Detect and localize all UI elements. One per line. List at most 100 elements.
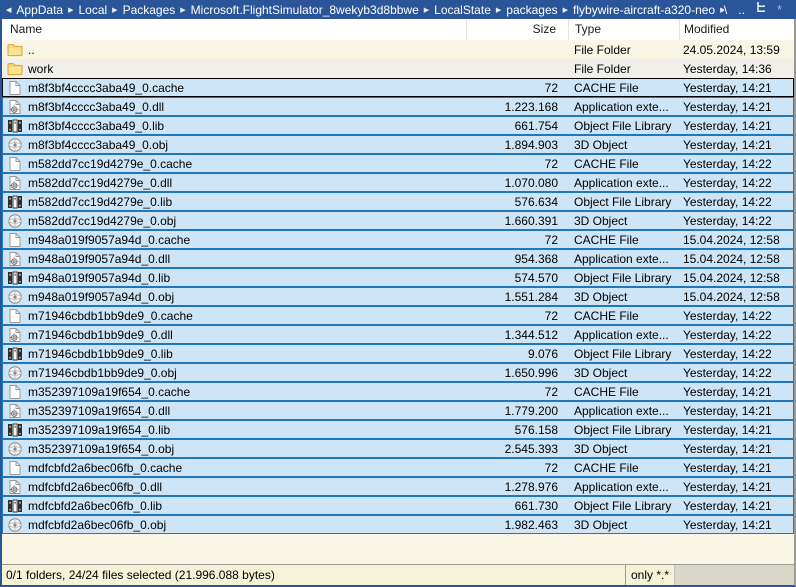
file-size: 1.650.996: [466, 366, 568, 380]
file-name: m352397109a19f654_0.cache: [28, 385, 190, 399]
file-size: 1.278.976: [466, 480, 568, 494]
file-name: m71946cbdb1bb9de9_0.obj: [28, 366, 177, 380]
file-name: m71946cbdb1bb9de9_0.lib: [28, 347, 173, 361]
file-modified: Yesterday, 14:21: [679, 138, 793, 152]
file-type: 3D Object: [568, 366, 679, 380]
file-row[interactable]: m948a019f9057a94d_0.dll 954.368 Applicat…: [2, 249, 794, 268]
file-row[interactable]: m582dd7cc19d4279e_0.lib 576.634 Object F…: [2, 192, 794, 211]
lib-file-icon: [7, 118, 23, 134]
file-type: Object File Library: [568, 119, 679, 133]
file-row[interactable]: m71946cbdb1bb9de9_0.obj 1.650.996 3D Obj…: [2, 363, 794, 382]
file-name: m948a019f9057a94d_0.dll: [28, 252, 170, 266]
folder-icon: [7, 42, 23, 58]
obj-file-icon: [7, 365, 23, 381]
file-row[interactable]: m582dd7cc19d4279e_0.cache 72 CACHE File …: [2, 154, 794, 173]
file-type: CACHE File: [568, 385, 679, 399]
file-modified: Yesterday, 14:22: [679, 176, 793, 190]
favorites-star-button[interactable]: *: [777, 2, 782, 17]
obj-file-icon: [7, 213, 23, 229]
name-cell: m71946cbdb1bb9de9_0.cache: [3, 308, 466, 324]
file-row[interactable]: m71946cbdb1bb9de9_0.cache 72 CACHE File …: [2, 306, 794, 325]
column-header-size[interactable]: Size: [466, 19, 568, 40]
file-name: m948a019f9057a94d_0.lib: [28, 271, 170, 285]
file-row[interactable]: mdfcbfd2a6bec06fb_0.obj 1.982.463 3D Obj…: [2, 515, 794, 534]
file-row[interactable]: m8f3bf4cccc3aba49_0.dll 1.223.168 Applic…: [2, 97, 794, 116]
file-size: 1.223.168: [466, 100, 568, 114]
cache-file-icon: [7, 308, 23, 324]
file-row[interactable]: m352397109a19f654_0.cache 72 CACHE File …: [2, 382, 794, 401]
name-cell: m352397109a19f654_0.lib: [3, 422, 466, 438]
name-cell: m71946cbdb1bb9de9_0.dll: [3, 327, 466, 343]
file-row[interactable]: work File Folder Yesterday, 14:36: [2, 59, 794, 78]
column-header-type[interactable]: Type: [568, 19, 679, 40]
breadcrumb-item[interactable]: flybywire-aircraft-a320-neo: [571, 3, 717, 17]
file-name: m352397109a19f654_0.obj: [28, 442, 174, 456]
file-row[interactable]: m71946cbdb1bb9de9_0.lib 9.076 Object Fil…: [2, 344, 794, 363]
file-row[interactable]: m8f3bf4cccc3aba49_0.obj 1.894.903 3D Obj…: [2, 135, 794, 154]
file-row[interactable]: m948a019f9057a94d_0.cache 72 CACHE File …: [2, 230, 794, 249]
file-row[interactable]: mdfcbfd2a6bec06fb_0.cache 72 CACHE File …: [2, 458, 794, 477]
file-type: 3D Object: [568, 138, 679, 152]
dll-file-icon: [7, 251, 23, 267]
file-name: m948a019f9057a94d_0.cache: [28, 233, 190, 247]
file-type: File Folder: [568, 43, 679, 57]
folder-tree-button[interactable]: [756, 2, 766, 17]
file-name: work: [28, 62, 53, 76]
dll-file-icon: [7, 99, 23, 115]
breadcrumb-item[interactable]: AppData: [14, 3, 65, 17]
breadcrumb-separator-icon: ▶: [493, 6, 504, 14]
file-modified: 15.04.2024, 12:58: [679, 290, 793, 304]
column-header-modified[interactable]: Modified: [679, 19, 794, 40]
file-row[interactable]: m8f3bf4cccc3aba49_0.cache 72 CACHE File …: [2, 78, 794, 97]
cache-file-icon: [7, 156, 23, 172]
breadcrumb-separator-icon: ▶: [560, 6, 571, 14]
breadcrumb-item[interactable]: Local: [76, 3, 109, 17]
file-manager-panel: ◀ AppData▶Local▶Packages▶Microsoft.Fligh…: [0, 0, 796, 587]
file-row[interactable]: m71946cbdb1bb9de9_0.dll 1.344.512 Applic…: [2, 325, 794, 344]
breadcrumb: ◀ AppData▶Local▶Packages▶Microsoft.Fligh…: [0, 0, 796, 19]
name-cell: m582dd7cc19d4279e_0.lib: [3, 194, 466, 210]
root-dir-button[interactable]: \: [724, 3, 727, 17]
selection-summary: 0/1 folders, 24/24 files selected (21.99…: [2, 568, 625, 582]
file-name: m8f3bf4cccc3aba49_0.cache: [28, 81, 184, 95]
breadcrumb-scroll-left-icon[interactable]: ◀: [3, 6, 14, 14]
file-row[interactable]: m352397109a19f654_0.lib 576.158 Object F…: [2, 420, 794, 439]
obj-file-icon: [7, 137, 23, 153]
file-type: CACHE File: [568, 233, 679, 247]
breadcrumb-item[interactable]: LocalState: [432, 3, 493, 17]
file-row[interactable]: .. File Folder 24.05.2024, 13:59: [2, 40, 794, 59]
file-type: Application exte...: [568, 328, 679, 342]
column-header-name[interactable]: Name: [2, 19, 466, 40]
file-row[interactable]: m352397109a19f654_0.dll 1.779.200 Applic…: [2, 401, 794, 420]
file-name: m8f3bf4cccc3aba49_0.dll: [28, 100, 164, 114]
file-name: mdfcbfd2a6bec06fb_0.lib: [28, 499, 162, 513]
file-row[interactable]: m948a019f9057a94d_0.obj 1.551.284 3D Obj…: [2, 287, 794, 306]
parent-dir-button[interactable]: ..: [738, 3, 745, 17]
file-name: mdfcbfd2a6bec06fb_0.dll: [28, 480, 162, 494]
file-type: CACHE File: [568, 461, 679, 475]
file-row[interactable]: mdfcbfd2a6bec06fb_0.lib 661.730 Object F…: [2, 496, 794, 515]
file-row[interactable]: m582dd7cc19d4279e_0.obj 1.660.391 3D Obj…: [2, 211, 794, 230]
file-row[interactable]: m948a019f9057a94d_0.lib 574.570 Object F…: [2, 268, 794, 287]
file-modified: Yesterday, 14:21: [679, 423, 793, 437]
file-modified: Yesterday, 14:21: [679, 499, 793, 513]
file-size: 2.545.393: [466, 442, 568, 456]
file-name: m352397109a19f654_0.lib: [28, 423, 170, 437]
file-row[interactable]: m352397109a19f654_0.obj 2.545.393 3D Obj…: [2, 439, 794, 458]
file-row[interactable]: m8f3bf4cccc3aba49_0.lib 661.754 Object F…: [2, 116, 794, 135]
name-cell: m352397109a19f654_0.dll: [3, 403, 466, 419]
file-row[interactable]: m582dd7cc19d4279e_0.dll 1.070.080 Applic…: [2, 173, 794, 192]
filter-indicator[interactable]: only *.*: [625, 565, 674, 585]
name-cell: mdfcbfd2a6bec06fb_0.cache: [3, 460, 466, 476]
name-cell: mdfcbfd2a6bec06fb_0.lib: [3, 498, 466, 514]
file-name: mdfcbfd2a6bec06fb_0.obj: [28, 518, 166, 532]
file-row[interactable]: mdfcbfd2a6bec06fb_0.dll 1.278.976 Applic…: [2, 477, 794, 496]
name-cell: m71946cbdb1bb9de9_0.lib: [3, 346, 466, 362]
column-header-row: Name Size Type Modified ^: [2, 19, 794, 40]
breadcrumb-toolbar: \ .. *: [724, 2, 790, 17]
file-type: 3D Object: [568, 290, 679, 304]
file-type: 3D Object: [568, 518, 679, 532]
breadcrumb-item[interactable]: packages: [504, 3, 559, 17]
breadcrumb-item[interactable]: Packages: [121, 3, 178, 17]
breadcrumb-item[interactable]: Microsoft.FlightSimulator_8wekyb3d8bbwe: [189, 3, 421, 17]
